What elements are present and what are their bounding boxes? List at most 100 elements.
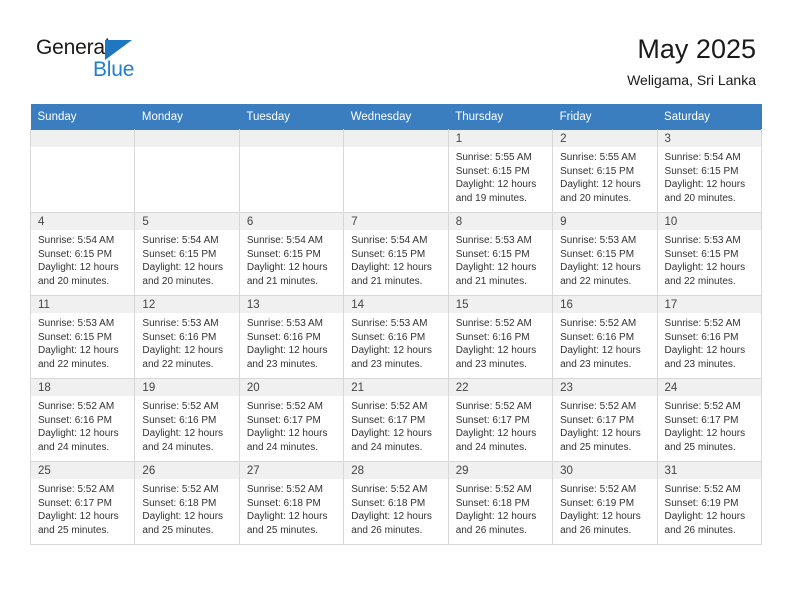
sunrise-time: Sunrise: 5:52 AM bbox=[455, 484, 532, 495]
sunrise-time: Sunrise: 5:52 AM bbox=[455, 318, 532, 329]
daylight-duration-line2: and 24 minutes. bbox=[246, 441, 319, 453]
day-details: Sunrise: 5:52 AM Sunset: 6:19 PM Daylight:… bbox=[658, 479, 761, 537]
calendar-day-cell: 18 Sunrise: 5:52 AM Sunset: 6:16 PM Dayligh… bbox=[29, 378, 136, 462]
calendar-week-row: 18 Sunrise: 5:52 AM Sunset: 6:16 PM Dayligh… bbox=[29, 378, 763, 462]
daylight-duration-line1: Daylight: 12 hours bbox=[664, 345, 746, 357]
day-number: 6 bbox=[239, 213, 344, 230]
sunset-time: Sunset: 6:15 PM bbox=[246, 248, 321, 260]
day-details: Sunrise: 5:52 AM Sunset: 6:17 PM Daylight:… bbox=[449, 396, 552, 454]
daylight-duration-line1: Daylight: 12 hours bbox=[560, 428, 641, 440]
page-subtitle: Weligama, Sri Lanka bbox=[627, 72, 756, 88]
sunset-time: Sunset: 6:16 PM bbox=[351, 331, 426, 343]
calendar-day-cell: 1 Sunrise: 5:55 AM Sunset: 6:15 PM Daylight… bbox=[447, 129, 554, 213]
calendar-day-cell: 30 Sunrise: 5:52 AM Sunset: 6:19 PM Dayligh… bbox=[552, 461, 658, 545]
daylight-duration-line1: Daylight: 12 hours bbox=[38, 345, 119, 357]
day-number: 29 bbox=[448, 462, 553, 479]
day-number: 4 bbox=[31, 213, 135, 230]
sunrise-time: Sunrise: 5:52 AM bbox=[351, 401, 428, 412]
logo-text-blue: Blue bbox=[93, 58, 135, 81]
daylight-duration-line1: Daylight: 12 hours bbox=[664, 179, 746, 191]
day-number: 12 bbox=[135, 296, 239, 313]
daylight-duration-line2: and 25 minutes. bbox=[246, 524, 319, 536]
daylight-duration-line1: Daylight: 12 hours bbox=[351, 262, 432, 274]
day-details: Sunrise: 5:53 AM Sunset: 6:15 PM Daylight:… bbox=[658, 230, 761, 288]
day-details: Sunrise: 5:52 AM Sunset: 6:18 PM Daylight:… bbox=[449, 479, 552, 537]
day-number: 5 bbox=[135, 213, 239, 230]
sunrise-time: Sunrise: 5:54 AM bbox=[351, 235, 428, 246]
daylight-duration-line2: and 24 minutes. bbox=[38, 441, 110, 453]
general-blue-logo: General Blue bbox=[36, 36, 166, 82]
sunset-time: Sunset: 6:17 PM bbox=[38, 497, 112, 509]
daylight-duration-line2: and 23 minutes. bbox=[664, 358, 736, 370]
daylight-duration-line1: Daylight: 12 hours bbox=[560, 179, 641, 191]
day-number: 24 bbox=[657, 379, 761, 396]
daylight-duration-line2: and 20 minutes. bbox=[38, 275, 110, 287]
daylight-duration-line1: Daylight: 12 hours bbox=[664, 428, 746, 440]
weekday-header-thursday: Thursday bbox=[448, 104, 553, 130]
day-details: Sunrise: 5:53 AM Sunset: 6:15 PM Daylight:… bbox=[31, 313, 134, 371]
daylight-duration-line2: and 24 minutes. bbox=[455, 441, 527, 453]
day-number: 14 bbox=[344, 296, 448, 313]
sunset-time: Sunset: 6:15 PM bbox=[455, 248, 530, 260]
calendar-day-cell: 27 Sunrise: 5:52 AM Sunset: 6:18 PM Dayligh… bbox=[238, 461, 345, 545]
daylight-duration-line1: Daylight: 12 hours bbox=[38, 428, 119, 440]
daylight-duration-line2: and 23 minutes. bbox=[246, 358, 319, 370]
sunrise-time: Sunrise: 5:53 AM bbox=[142, 318, 219, 329]
sunrise-time: Sunrise: 5:52 AM bbox=[560, 318, 637, 329]
sunrise-time: Sunrise: 5:52 AM bbox=[351, 484, 428, 495]
daylight-duration-line2: and 26 minutes. bbox=[664, 524, 736, 536]
calendar-week-row: 11 Sunrise: 5:53 AM Sunset: 6:15 PM Dayligh… bbox=[29, 295, 763, 379]
weekday-header-sunday: Sunday bbox=[30, 104, 135, 130]
sunrise-time: Sunrise: 5:54 AM bbox=[38, 235, 115, 246]
day-number: 16 bbox=[553, 296, 657, 313]
sunrise-time: Sunrise: 5:52 AM bbox=[560, 401, 637, 412]
daylight-duration-line2: and 24 minutes. bbox=[351, 441, 423, 453]
day-number: 2 bbox=[553, 130, 657, 147]
day-number bbox=[135, 130, 239, 147]
calendar-page: General Blue May 2025 Weligama, Sri Lank… bbox=[0, 0, 792, 612]
day-number bbox=[344, 130, 448, 147]
day-number: 27 bbox=[239, 462, 344, 479]
day-number: 9 bbox=[553, 213, 657, 230]
day-details: Sunrise: 5:52 AM Sunset: 6:18 PM Daylight:… bbox=[240, 479, 343, 537]
calendar-week-row: 4 Sunrise: 5:54 AM Sunset: 6:15 PM Daylight… bbox=[29, 212, 763, 296]
calendar-day-cell: 20 Sunrise: 5:52 AM Sunset: 6:17 PM Dayligh… bbox=[238, 378, 345, 462]
sunset-time: Sunset: 6:16 PM bbox=[560, 331, 635, 343]
day-number: 23 bbox=[553, 379, 657, 396]
daylight-duration-line2: and 20 minutes. bbox=[664, 192, 736, 204]
day-details: Sunrise: 5:54 AM Sunset: 6:15 PM Daylight:… bbox=[135, 230, 238, 288]
daylight-duration-line2: and 23 minutes. bbox=[455, 358, 527, 370]
daylight-duration-line2: and 25 minutes. bbox=[142, 524, 214, 536]
calendar-day-cell: 14 Sunrise: 5:53 AM Sunset: 6:16 PM Dayligh… bbox=[343, 295, 449, 379]
calendar-day-cell: 6 Sunrise: 5:54 AM Sunset: 6:15 PM Daylight… bbox=[238, 212, 345, 296]
day-details: Sunrise: 5:52 AM Sunset: 6:17 PM Daylight:… bbox=[344, 396, 447, 454]
sunset-time: Sunset: 6:18 PM bbox=[246, 497, 321, 509]
daylight-duration-line2: and 25 minutes. bbox=[38, 524, 110, 536]
daylight-duration-line1: Daylight: 12 hours bbox=[246, 345, 328, 357]
day-details: Sunrise: 5:53 AM Sunset: 6:16 PM Daylight:… bbox=[240, 313, 343, 371]
calendar-day-cell: 25 Sunrise: 5:52 AM Sunset: 6:17 PM Dayligh… bbox=[29, 461, 136, 545]
sunrise-time: Sunrise: 5:54 AM bbox=[246, 235, 323, 246]
daylight-duration-line1: Daylight: 12 hours bbox=[142, 345, 224, 357]
sunrise-time: Sunrise: 5:52 AM bbox=[142, 401, 219, 412]
daylight-duration-line2: and 23 minutes. bbox=[351, 358, 423, 370]
sunset-time: Sunset: 6:15 PM bbox=[38, 248, 112, 260]
sunset-time: Sunset: 6:17 PM bbox=[351, 414, 426, 426]
sunset-time: Sunset: 6:15 PM bbox=[142, 248, 217, 260]
sunset-time: Sunset: 6:19 PM bbox=[560, 497, 635, 509]
daylight-duration-line1: Daylight: 12 hours bbox=[455, 345, 537, 357]
day-details: Sunrise: 5:55 AM Sunset: 6:15 PM Daylight:… bbox=[449, 147, 552, 205]
sunrise-time: Sunrise: 5:52 AM bbox=[246, 484, 323, 495]
day-number: 8 bbox=[448, 213, 553, 230]
day-number: 21 bbox=[344, 379, 448, 396]
sunrise-time: Sunrise: 5:54 AM bbox=[664, 152, 741, 163]
sunrise-time: Sunrise: 5:52 AM bbox=[664, 401, 741, 412]
daylight-duration-line1: Daylight: 12 hours bbox=[351, 428, 432, 440]
sunset-time: Sunset: 6:17 PM bbox=[246, 414, 321, 426]
sunset-time: Sunset: 6:17 PM bbox=[560, 414, 635, 426]
day-details: Sunrise: 5:52 AM Sunset: 6:17 PM Daylight:… bbox=[658, 396, 761, 454]
day-number: 18 bbox=[31, 379, 135, 396]
day-number: 15 bbox=[448, 296, 553, 313]
sunrise-time: Sunrise: 5:52 AM bbox=[560, 484, 637, 495]
daylight-duration-line1: Daylight: 12 hours bbox=[664, 262, 746, 274]
